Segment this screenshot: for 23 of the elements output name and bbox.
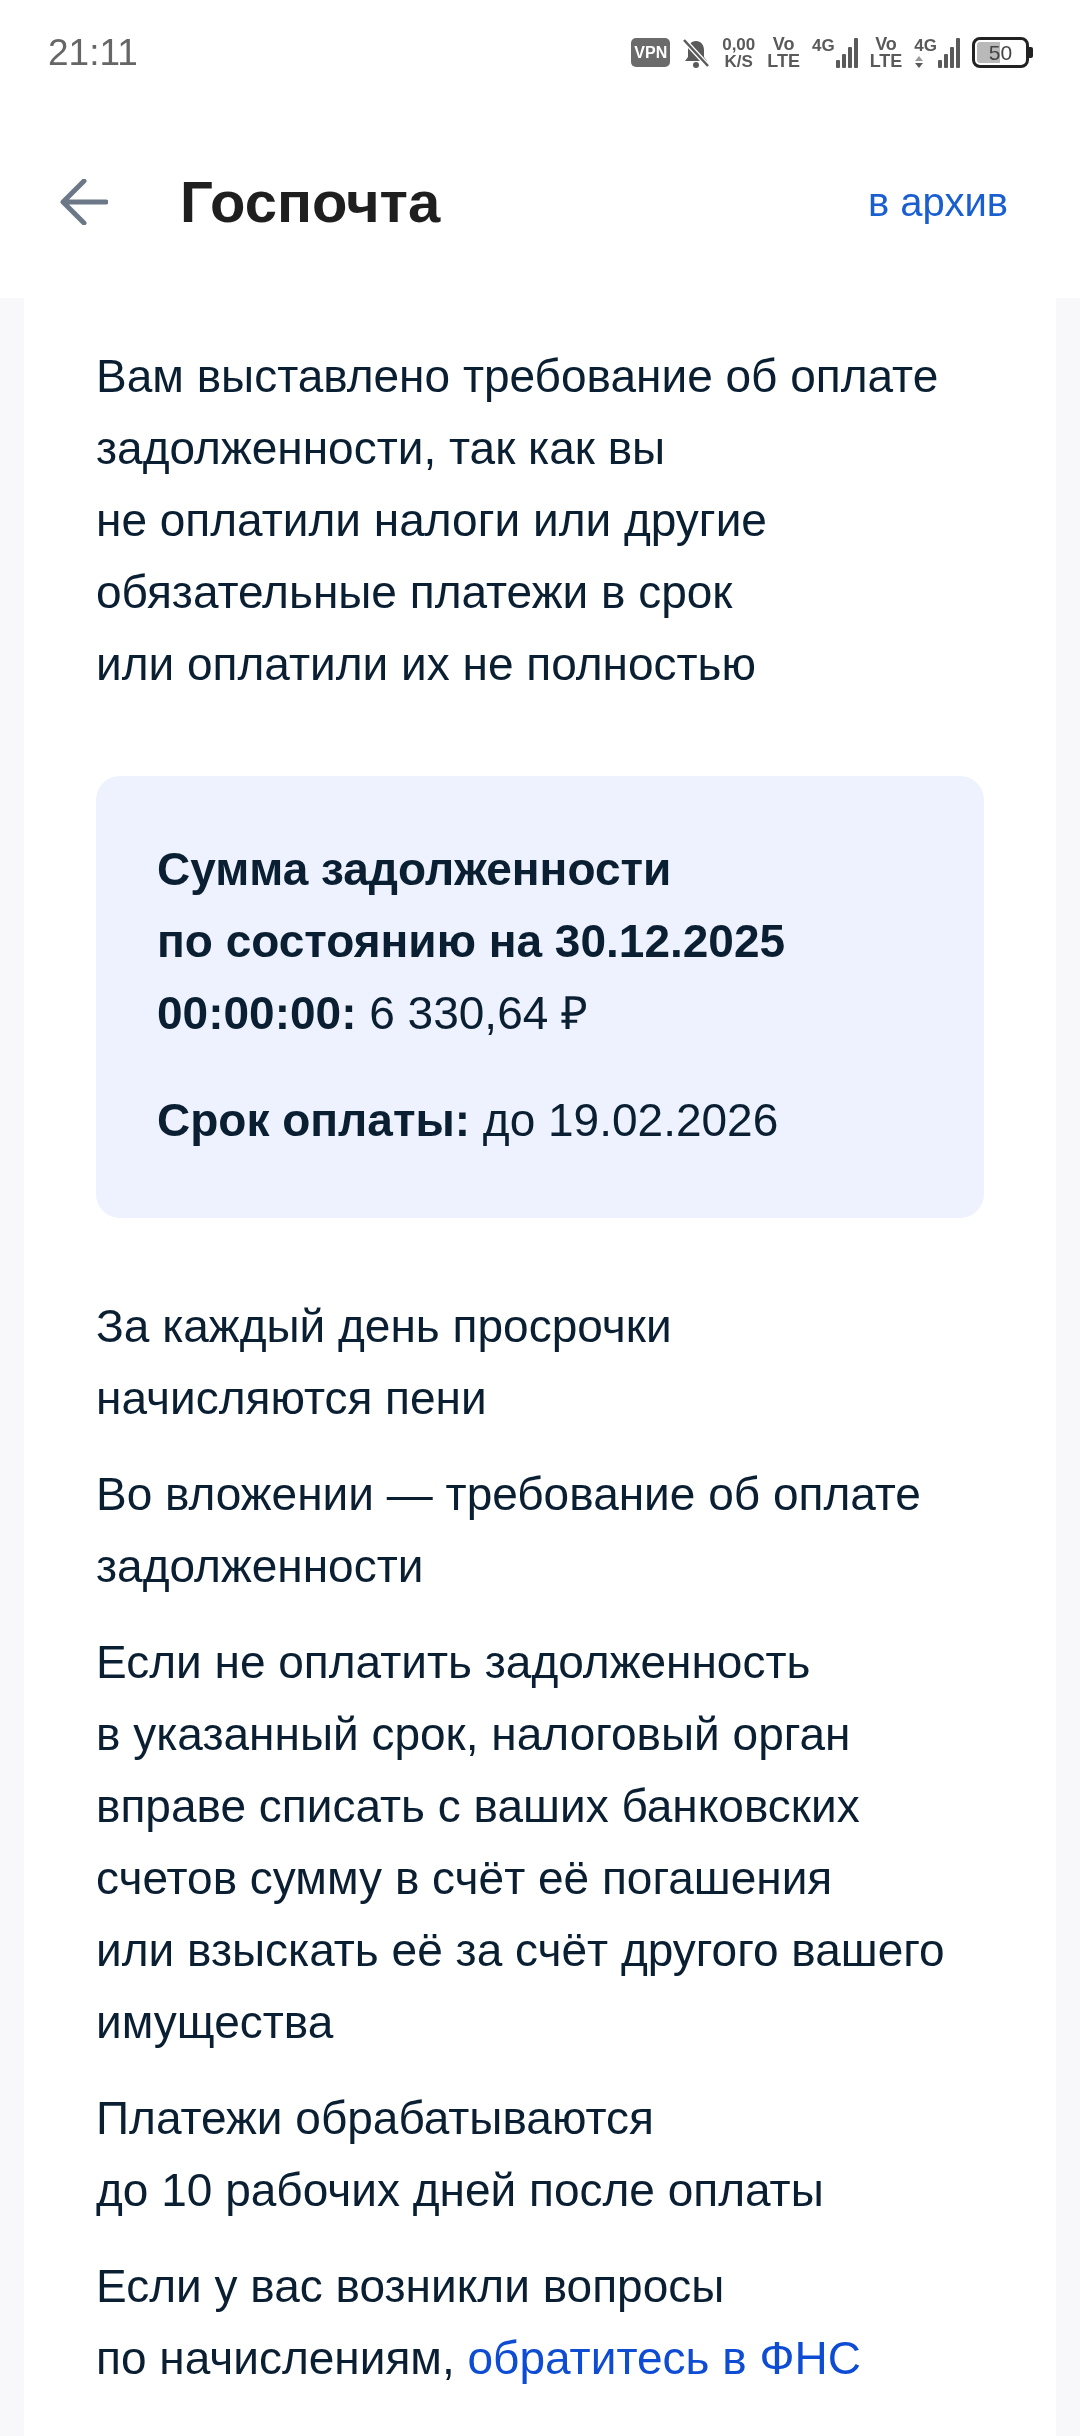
volte-label: Vo LTE [767, 35, 800, 70]
debt-summary-line: Сумма задолженности по состоянию на 30.12.2025 00:00:00: 6 330,64 ₽ [157, 842, 787, 1041]
back-arrow-icon [60, 178, 108, 225]
archive-link[interactable]: в архив [868, 181, 1008, 222]
debt-summary-line: Срок оплаты: до 19.02.2026 [157, 1093, 780, 1148]
volte-label: Vo LTE [869, 35, 903, 70]
page-title: Госпочта [180, 172, 441, 231]
signal-icon [835, 37, 858, 68]
battery-level-text: 50 [972, 37, 1029, 68]
message-paragraph: Вам выставлено требование об оплате задолженности, так как вы не оплатили налоги или другие обязательные платежи в срок или оплатили их не полностью [96, 349, 940, 692]
vpn-badge: VPN [631, 38, 671, 67]
signal-icon [938, 37, 960, 68]
message-paragraph: Платежи обрабатываются до 10 рабочих дней после оплаты [96, 2091, 825, 2218]
fns-contact-link[interactable]: обратитесь в ФНС [467, 2332, 861, 2384]
muted-bell-icon [682, 37, 711, 68]
message-paragraph: Если у вас возникли вопросы по начислениям, обратитесь в ФНС [96, 2259, 862, 2386]
message-paragraph: Если не оплатить задолженность в указанный срок, налоговый орган вправе списать с ваших банковских счетов сумму в счёт её погашения или взыскать её за счёт другого вашего имущества [96, 1635, 946, 2050]
network-speed: 0,00 K/S [722, 35, 756, 70]
message-paragraph: За каждый день просрочки начисляются пени [96, 1299, 673, 1426]
network-type-label: 4G [914, 37, 937, 54]
network-type-label: 4G [811, 37, 835, 54]
status-time: 21:11 [48, 34, 138, 71]
message-paragraph: Во вложении — требование об оплате задолженности [96, 1467, 922, 1594]
